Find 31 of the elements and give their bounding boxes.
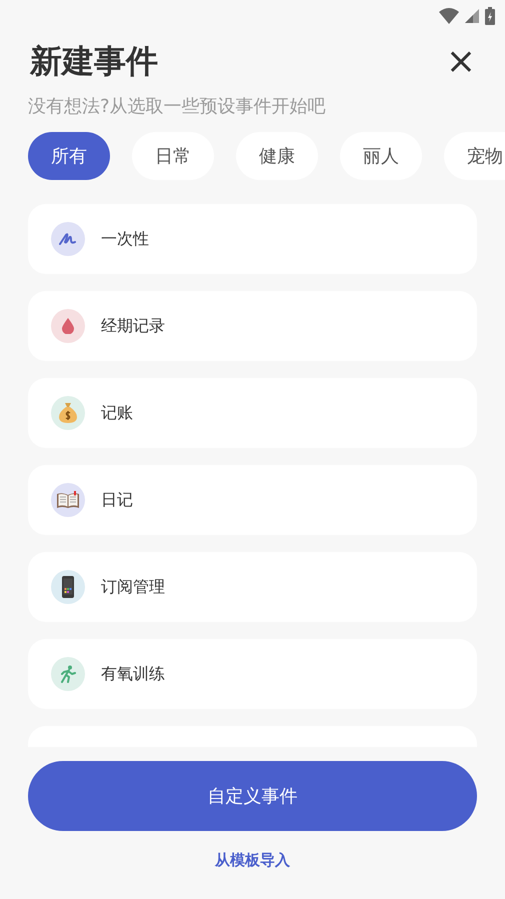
- category-tab[interactable]: 宠物: [444, 132, 505, 180]
- event-label: 一次性: [101, 228, 149, 250]
- category-tab[interactable]: 健康: [236, 132, 318, 180]
- runner-icon: [60, 665, 76, 683]
- wifi-icon: [439, 8, 459, 24]
- signal-icon: [465, 9, 479, 23]
- import-template-link[interactable]: 从模板导入: [215, 851, 290, 870]
- page-title: 新建事件: [30, 41, 158, 82]
- event-card[interactable]: 日记: [28, 465, 477, 535]
- phone-icon: [62, 576, 74, 598]
- book-icon: [56, 491, 80, 509]
- custom-event-button[interactable]: 自定义事件: [28, 761, 477, 831]
- event-card[interactable]: 有氧训练: [28, 639, 477, 709]
- subtitle: 没有想法?从选取一些预设事件开始吧: [27, 95, 327, 119]
- event-card[interactable]: 经期记录: [28, 291, 477, 361]
- event-card[interactable]: 订阅管理: [28, 552, 477, 622]
- event-label: 订阅管理: [101, 576, 165, 598]
- event-label: 日记: [101, 490, 133, 510]
- battery-icon: [485, 7, 495, 25]
- event-label: 有氧训练: [101, 664, 165, 684]
- event-card[interactable]: 记账: [28, 378, 477, 448]
- event-label: 经期记录: [101, 316, 165, 336]
- event-label: 记账: [101, 402, 133, 424]
- category-tab[interactable]: 所有: [28, 132, 110, 180]
- money-bag-icon: [58, 402, 78, 424]
- scribble-icon: [59, 232, 77, 246]
- category-tab[interactable]: 丽人: [340, 132, 422, 180]
- close-button[interactable]: ×: [445, 44, 477, 80]
- drop-icon: [62, 318, 74, 334]
- category-tab[interactable]: 日常: [132, 132, 214, 180]
- event-card[interactable]: 一次性: [28, 204, 477, 274]
